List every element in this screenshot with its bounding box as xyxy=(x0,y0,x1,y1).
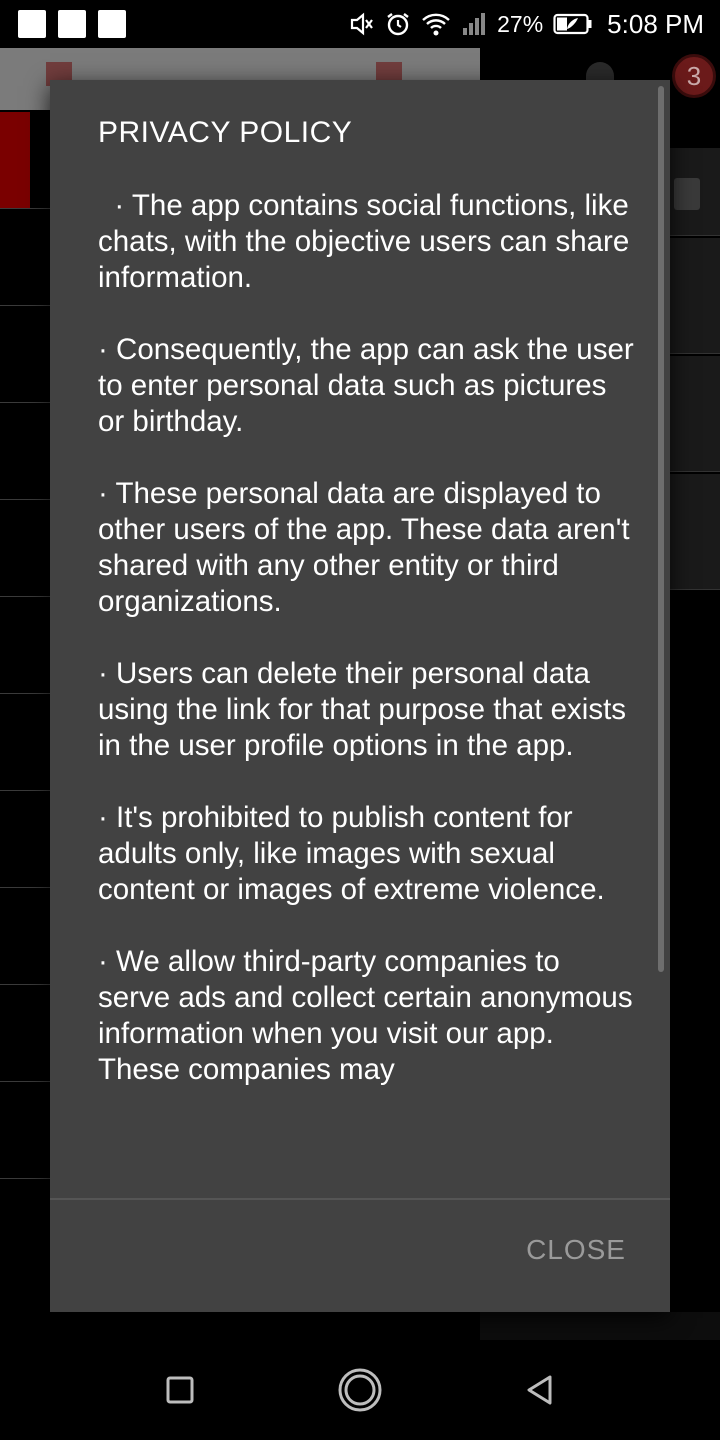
dialog-title: PRIVACY POLICY xyxy=(98,116,353,149)
close-button[interactable]: CLOSE xyxy=(526,1234,626,1266)
side-panel-row xyxy=(670,238,720,354)
back-icon[interactable] xyxy=(516,1366,564,1414)
notification-badge: 3 xyxy=(672,54,716,98)
list-divider xyxy=(0,984,52,985)
background-strip xyxy=(480,1312,720,1342)
list-divider xyxy=(0,1081,52,1082)
policy-paragraph: · It's prohibited to publish content for… xyxy=(98,801,605,906)
privacy-policy-dialog: PRIVACY POLICY · The app contains social… xyxy=(50,80,670,1312)
policy-paragraph: · We allow third-party companies to serv… xyxy=(98,945,633,1086)
mute-icon xyxy=(349,11,375,37)
list-divider xyxy=(0,790,52,791)
selected-list-item xyxy=(0,112,30,208)
status-bar: 27% 5:08 PM xyxy=(0,0,720,48)
alarm-icon xyxy=(385,11,411,37)
policy-paragraph: · Users can delete their personal data u… xyxy=(98,657,627,762)
clock: 5:08 PM xyxy=(607,8,704,39)
dialog-content-scroll[interactable]: PRIVACY POLICY · The app contains social… xyxy=(50,80,670,1198)
policy-paragraph: · Consequently, the app can ask the user… xyxy=(98,333,634,438)
side-panel-row xyxy=(670,356,720,472)
policy-paragraph: · These personal data are displayed to o… xyxy=(98,477,630,618)
list-divider xyxy=(0,887,52,888)
dialog-divider xyxy=(50,1198,670,1200)
list-divider xyxy=(0,499,52,500)
notification-square-icon xyxy=(98,10,126,38)
list-divider xyxy=(0,208,52,209)
side-panel-row xyxy=(670,474,720,590)
dialog-scrollbar[interactable] xyxy=(658,86,664,972)
battery-percent: 27% xyxy=(497,10,544,37)
home-icon[interactable] xyxy=(336,1366,384,1414)
recents-icon[interactable] xyxy=(156,1366,204,1414)
policy-paragraph: · The app contains social functions, lik… xyxy=(98,189,638,294)
navigation-bar xyxy=(0,1340,720,1440)
list-divider xyxy=(0,305,52,306)
list-divider xyxy=(0,1178,52,1179)
notification-square-icon xyxy=(18,10,46,38)
signal-icon xyxy=(461,11,487,37)
list-divider xyxy=(0,596,52,597)
trash-icon xyxy=(674,178,700,210)
battery-saver-icon xyxy=(553,13,593,35)
notification-square-icon xyxy=(58,10,86,38)
dialog-body: · The app contains social functions, lik… xyxy=(98,188,638,1124)
list-divider xyxy=(0,402,52,403)
wifi-icon xyxy=(421,11,451,37)
list-divider xyxy=(0,693,52,694)
status-icons: 27% 5:08 PM xyxy=(349,0,704,48)
